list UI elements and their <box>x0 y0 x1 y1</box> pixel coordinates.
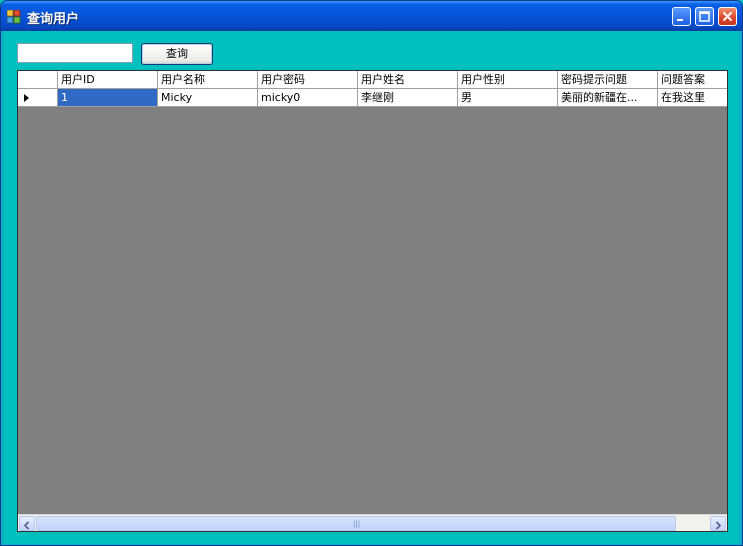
column-header-real-name[interactable]: 用户姓名 <box>358 71 458 89</box>
maximize-icon <box>699 11 710 22</box>
app-icon <box>6 9 21 24</box>
chevron-right-icon <box>715 521 722 530</box>
cell-user-password[interactable]: micky0 <box>258 89 358 107</box>
column-header-answer[interactable]: 问题答案 <box>658 71 727 89</box>
scroll-thumb[interactable]: ||| <box>36 516 676 531</box>
column-header-gender[interactable]: 用户性别 <box>458 71 558 89</box>
cell-user-name[interactable]: Micky <box>158 89 258 107</box>
search-input[interactable] <box>17 43 133 63</box>
cell-gender[interactable]: 男 <box>458 89 558 107</box>
user-data-grid[interactable]: 用户ID 用户名称 用户密码 用户姓名 用户性别 密码提示问题 问题答案 1 M… <box>17 70 728 532</box>
column-header-user-id[interactable]: 用户ID <box>58 71 158 89</box>
column-header-user-name[interactable]: 用户名称 <box>158 71 258 89</box>
scroll-left-button[interactable] <box>19 516 35 531</box>
scroll-right-button[interactable] <box>710 516 726 531</box>
cell-real-name[interactable]: 李继刚 <box>358 89 458 107</box>
minimize-button[interactable] <box>672 7 691 26</box>
client-area: 查询 用户ID 用户名称 用户密码 用户姓名 用户性别 密码提示问题 问题答案 … <box>4 31 739 544</box>
grid-corner-header[interactable] <box>18 71 58 89</box>
query-button[interactable]: 查询 <box>141 43 213 65</box>
cell-answer[interactable]: 在我这里 <box>658 89 727 107</box>
scroll-grip: ||| <box>353 520 361 528</box>
title-bar[interactable]: 查询用户 <box>1 1 742 31</box>
column-header-hint-question[interactable]: 密码提示问题 <box>558 71 658 89</box>
maximize-button[interactable] <box>695 7 714 26</box>
app-window: 查询用户 查询 用户ID 用户名称 用户密码 用户姓名 用户性别 密码提示问题 … <box>0 0 743 546</box>
close-button[interactable] <box>718 7 737 26</box>
column-header-user-password[interactable]: 用户密码 <box>258 71 358 89</box>
window-title: 查询用户 <box>27 12 80 27</box>
row-header[interactable] <box>18 89 58 107</box>
cell-hint-question[interactable]: 美丽的新疆在... <box>558 89 658 107</box>
close-icon <box>722 11 733 22</box>
current-row-arrow-icon <box>24 94 29 102</box>
minimize-icon <box>677 19 683 21</box>
chevron-left-icon <box>23 521 30 530</box>
cell-user-id[interactable]: 1 <box>58 89 158 107</box>
grid-header-row: 用户ID 用户名称 用户密码 用户姓名 用户性别 密码提示问题 问题答案 <box>18 71 727 89</box>
horizontal-scrollbar[interactable]: ||| <box>18 514 727 531</box>
